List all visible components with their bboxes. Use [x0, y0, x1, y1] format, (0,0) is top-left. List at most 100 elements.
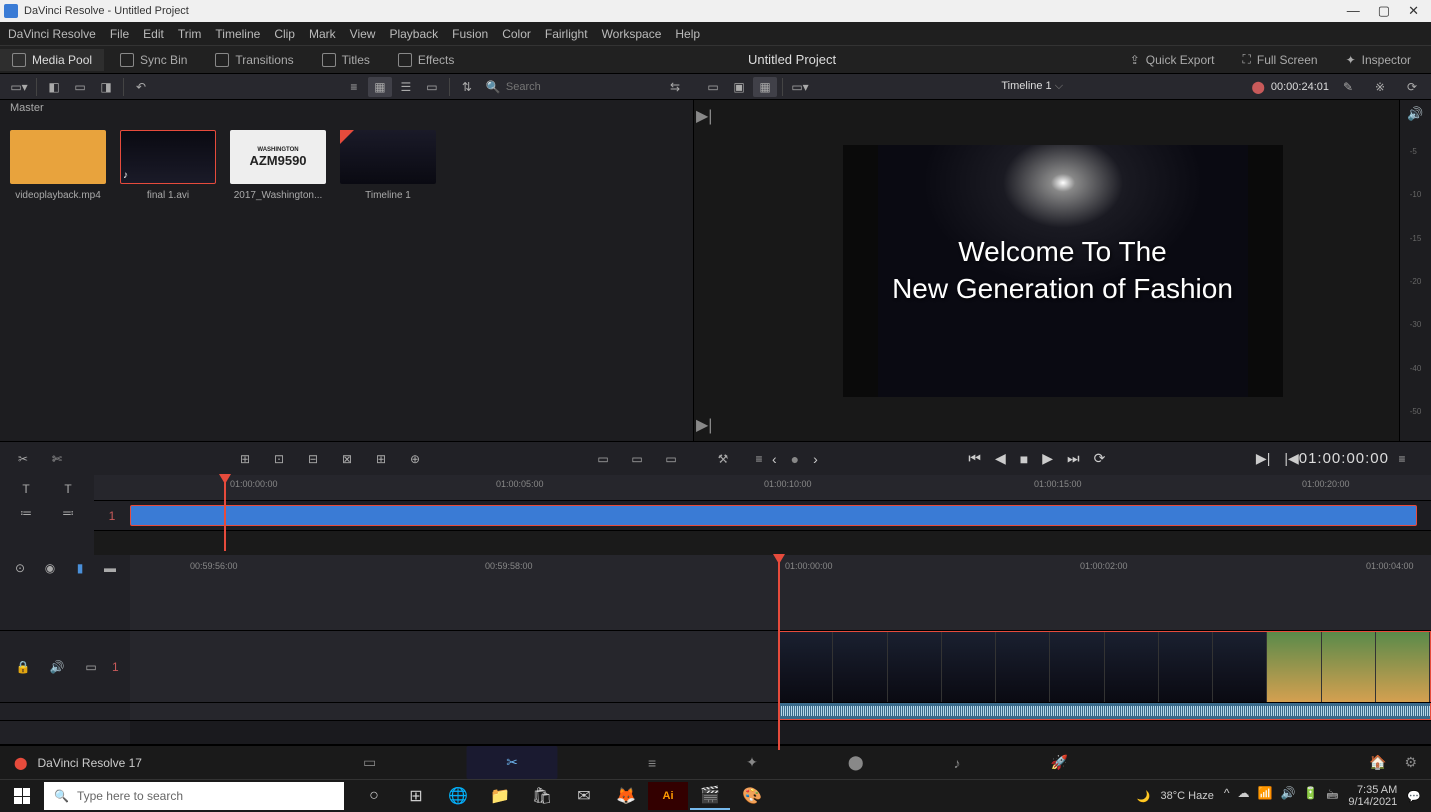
menu-playback[interactable]: Playback — [389, 27, 438, 41]
overlay-tool-1[interactable]: ✎ — [1336, 77, 1360, 97]
media-item[interactable]: Timeline 1 — [340, 130, 436, 201]
full-screen-button[interactable]: ⛶Full Screen — [1230, 48, 1329, 71]
view-mode-1-button[interactable]: ▣ — [727, 77, 751, 97]
menu-fairlight[interactable]: Fairlight — [545, 27, 588, 41]
smooth-cut-button[interactable]: ▭ — [659, 449, 683, 469]
flag-button[interactable]: ▮ — [71, 558, 89, 578]
fusion-page-button[interactable]: ✦ — [746, 754, 758, 771]
color-page-button[interactable]: ⬤ — [848, 754, 864, 771]
illustrator-app[interactable]: Ai — [648, 782, 688, 810]
settings-button[interactable]: ⚙ — [1404, 754, 1417, 771]
tools-icon[interactable]: ⚒ — [711, 449, 735, 469]
step-back-button[interactable]: ◀ — [995, 450, 1006, 467]
firefox-app[interactable]: 🦊 — [606, 782, 646, 810]
deliver-page-button[interactable]: 🚀 — [1051, 754, 1068, 771]
options-button[interactable]: ≡ — [1390, 449, 1414, 469]
overlay-tool-2[interactable]: ※ — [1368, 77, 1392, 97]
paint-app[interactable]: 🎨 — [732, 782, 772, 810]
audio-track-body[interactable] — [130, 703, 1431, 720]
safe-area-button[interactable]: ▭▾ — [788, 77, 812, 97]
play-button[interactable]: ▶ — [1042, 450, 1053, 467]
tray-time[interactable]: 7:35 AM — [1348, 784, 1397, 796]
fairlight-page-button[interactable]: ♪ — [954, 755, 961, 771]
mini-clip[interactable] — [130, 505, 1417, 526]
menu-workspace[interactable]: Workspace — [602, 27, 662, 41]
list-view-button[interactable]: ☰ — [394, 77, 418, 97]
filter-button[interactable]: ⇆ — [663, 77, 687, 97]
empty-track-body[interactable] — [130, 581, 1431, 630]
append-button[interactable]: ⊕ — [403, 449, 427, 469]
viewer-frame[interactable]: Welcome To The New Generation of Fashion — [843, 145, 1283, 397]
jump-prev-button[interactable]: |◀ — [1284, 450, 1298, 467]
tray-chevron-icon[interactable]: ^ — [1224, 786, 1230, 807]
volume-icon[interactable]: 🔊 — [1280, 786, 1295, 807]
boring-detector-button[interactable]: ▭ — [701, 77, 725, 97]
insert-button[interactable]: ⊞ — [233, 449, 257, 469]
detail-playhead[interactable] — [778, 555, 780, 750]
minimize-button[interactable]: — — [1347, 3, 1360, 19]
go-to-start-button[interactable]: ⏮ — [968, 450, 981, 467]
menu-timeline[interactable]: Timeline — [215, 27, 260, 41]
search-input[interactable] — [506, 81, 606, 93]
strip-view-button[interactable]: ≡ — [342, 77, 366, 97]
bin-sidebar-button[interactable]: ◧ — [42, 77, 66, 97]
sort-button[interactable]: ⇅ — [455, 77, 479, 97]
menu-mark[interactable]: Mark — [309, 27, 336, 41]
close-button[interactable]: ✕ — [1408, 3, 1419, 19]
cortana-button[interactable]: ○ — [354, 782, 394, 810]
media-page-button[interactable]: ▭ — [363, 754, 376, 771]
task-view-button[interactable]: ⊞ — [396, 782, 436, 810]
prev-marker-button[interactable]: ‹ — [772, 451, 777, 467]
tab-sync-bin[interactable]: Sync Bin — [108, 49, 199, 71]
cut-tool[interactable]: ✄ — [45, 449, 69, 469]
home-button[interactable]: 🏠 — [1369, 754, 1386, 771]
menu-help[interactable]: Help — [675, 27, 700, 41]
menu-view[interactable]: View — [350, 27, 376, 41]
inspector-button[interactable]: ✦Inspector — [1334, 49, 1423, 71]
tab-transitions[interactable]: Transitions — [203, 49, 305, 71]
media-breadcrumb[interactable]: Master — [0, 100, 693, 120]
weather-text[interactable]: 38°C Haze — [1161, 790, 1214, 802]
menu-clip[interactable]: Clip — [274, 27, 295, 41]
onedrive-icon[interactable]: ☁ — [1237, 786, 1249, 807]
bin-view-button[interactable]: ◨ — [94, 77, 118, 97]
track-view-button[interactable]: ▭ — [79, 657, 103, 677]
fit-to-fill-button[interactable]: ⊠ — [335, 449, 359, 469]
store-app[interactable]: 🛍 — [522, 782, 562, 810]
mini-track-body[interactable] — [130, 501, 1431, 530]
maximize-button[interactable]: ▢ — [1378, 3, 1390, 19]
edit-page-button[interactable]: ≡ — [648, 755, 656, 771]
menu-file[interactable]: File — [110, 27, 129, 41]
next-marker-button[interactable]: › — [813, 451, 818, 467]
menu-color[interactable]: Color — [502, 27, 531, 41]
import-media-button[interactable]: ▭▾ — [7, 77, 31, 97]
thumbnail-view-button[interactable]: ▦ — [368, 77, 392, 97]
marker-button[interactable]: ◉ — [41, 558, 59, 578]
view-mode-2-button[interactable]: ▦ — [753, 77, 777, 97]
smart-insert-tool[interactable]: ✂ — [11, 449, 35, 469]
media-item[interactable]: WASHINGTON AZM9590 2017_Washington... — [230, 130, 326, 201]
speaker-icon[interactable]: 🔊 — [1407, 106, 1423, 122]
jump-next-button[interactable]: ▶| — [1256, 450, 1270, 467]
mini-playhead[interactable] — [224, 475, 226, 551]
timeline-tool-c[interactable]: ≔ — [14, 503, 38, 523]
network-icon[interactable]: 📶 — [1257, 786, 1272, 807]
dissolve-button[interactable]: ▭ — [591, 449, 615, 469]
tab-titles[interactable]: Titles — [310, 49, 382, 71]
media-item[interactable]: videoplayback.mp4 — [10, 130, 106, 201]
cut-page-button[interactable]: ✂ — [466, 746, 558, 779]
menu-edit[interactable]: Edit — [143, 27, 164, 41]
snap-button[interactable]: ⊙ — [11, 558, 29, 578]
menu-fusion[interactable]: Fusion — [452, 27, 488, 41]
sliders-icon[interactable]: ≡ — [747, 449, 771, 469]
timeline-tool-d[interactable]: ≕ — [56, 503, 80, 523]
menu-davinci[interactable]: DaVinci Resolve — [8, 27, 96, 41]
place-on-top-button[interactable]: ⊞ — [369, 449, 393, 469]
explorer-app[interactable]: 📁 — [480, 782, 520, 810]
undo-button[interactable]: ↶ — [129, 77, 153, 97]
next-edit-button[interactable]: ▶| — [696, 415, 712, 435]
replace-button[interactable]: ⊟ — [301, 449, 325, 469]
track-mute-button[interactable]: 🔊 — [45, 657, 69, 677]
tab-effects[interactable]: Effects — [386, 49, 466, 71]
tray-date[interactable]: 9/14/2021 — [1348, 796, 1397, 808]
